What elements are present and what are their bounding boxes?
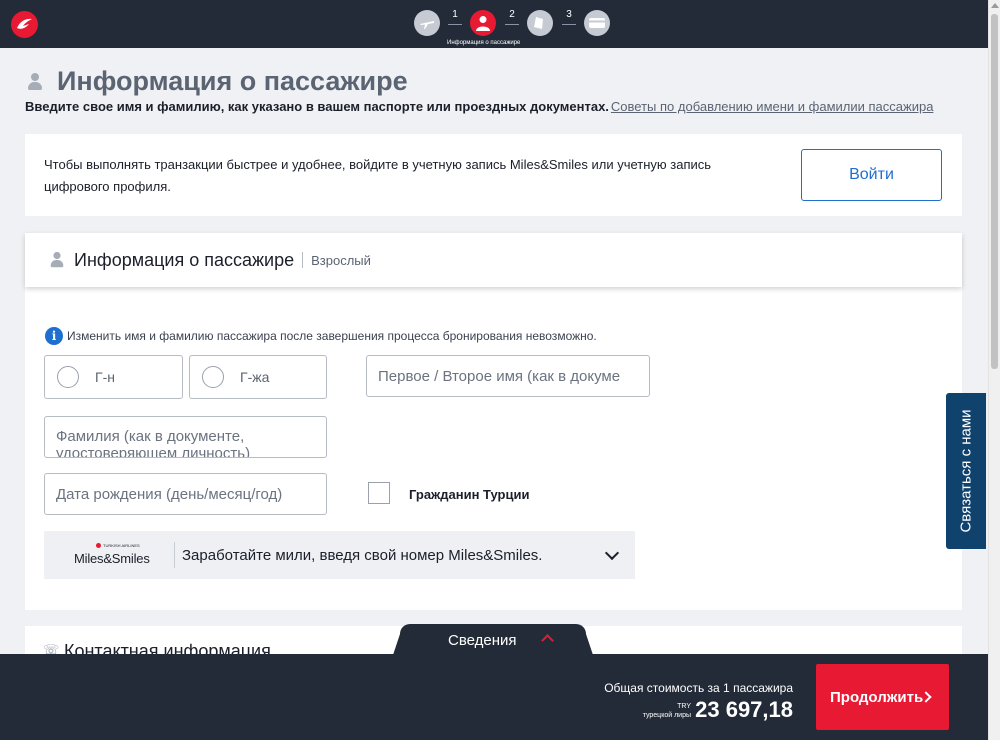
turkish-airlines-logo[interactable] [11, 11, 38, 38]
total-price: 23 697,18 [695, 697, 793, 722]
step-divider [505, 24, 519, 25]
radio-label: Г-н [95, 369, 115, 385]
vertical-scrollbar[interactable] [988, 0, 1000, 740]
plane-icon[interactable] [414, 10, 440, 36]
page-heading: Информация о пассажире [28, 66, 408, 97]
radio-circle[interactable] [202, 366, 224, 388]
scrollbar-thumb[interactable] [991, 14, 998, 369]
person-icon [50, 251, 64, 268]
title-mrs-radio[interactable]: Г-жа [189, 355, 327, 399]
title-mr-radio[interactable]: Г-н [44, 355, 183, 399]
step-number: 3 [566, 9, 572, 20]
step-divider [562, 24, 576, 25]
radio-label: Г-жа [240, 369, 270, 385]
info-icon: i [45, 327, 63, 345]
details-tab[interactable]: Сведения [392, 624, 594, 658]
divider [302, 252, 304, 268]
details-label: Сведения [448, 632, 517, 649]
chevron-down-icon[interactable] [604, 545, 620, 560]
page-title: Информация о пассажире [57, 66, 408, 96]
continue-button[interactable]: Продолжить [816, 664, 949, 730]
currency-code: TRY [677, 703, 691, 710]
continue-label: Продолжить [830, 688, 924, 706]
person-icon [28, 72, 42, 91]
miles-smiles-text: Заработайте мили, введя свой номер Miles… [182, 546, 543, 564]
step-divider [448, 24, 462, 25]
miles-smiles-brand: Miles&Smiles [74, 551, 150, 566]
airline-logo-icon [12, 12, 37, 37]
passenger-card: Информация о пассажире Взрослый i Измени… [25, 233, 962, 610]
birth-date-field[interactable]: Дата рождения (день/месяц/год) [44, 473, 327, 515]
turkish-citizen-label: Гражданин Турции [409, 487, 530, 502]
login-button[interactable]: Войти [801, 149, 942, 201]
currency-name: турецкой лиры [642, 712, 691, 719]
passenger-icon[interactable] [470, 10, 496, 36]
currency-label: TRY турецкой лиры [643, 702, 691, 720]
passenger-title: Информация о пассажире [74, 249, 295, 270]
subtitle-text: Введите свое имя и фамилию, как указано … [25, 99, 609, 114]
top-bar: 1 2 3 Информация о пассажире [0, 0, 988, 48]
login-card: Чтобы выполнять транзакции быстрее и удо… [25, 134, 962, 216]
login-prompt: Чтобы выполнять транзакции быстрее и удо… [44, 157, 712, 194]
scroll-up-icon[interactable] [991, 3, 999, 8]
miles-smiles-dropdown[interactable]: TURKISH AIRLINES Miles&Smiles Заработайт… [44, 531, 635, 579]
first-name-field[interactable]: Первое / Второе имя (как в докуме [366, 355, 650, 397]
turkish-airlines-mini-logo: TURKISH AIRLINES [96, 543, 140, 548]
step-caption: Информация о пассажире [447, 40, 521, 46]
payment-card-icon[interactable] [584, 10, 610, 36]
miles-smiles-logo: TURKISH AIRLINES Miles&Smiles [44, 531, 174, 579]
step-number: 2 [509, 9, 515, 20]
name-tips-link[interactable]: Советы по добавлению имени и фамилии пас… [611, 99, 934, 114]
step-number: 1 [452, 9, 458, 20]
contact-us-label: Связаться с нами [957, 409, 975, 533]
divider [174, 542, 175, 568]
last-name-field[interactable]: Фамилия (как в документе, удостоверяющем… [44, 416, 327, 458]
total-price-label: Общая стоимость за 1 пассажира [604, 681, 793, 695]
chevron-up-icon[interactable] [541, 634, 554, 647]
notice-text: Изменить имя и фамилию пассажира после з… [67, 329, 597, 343]
radio-circle[interactable] [57, 366, 79, 388]
name-change-notice: i Изменить имя и фамилию пассажира после… [45, 327, 597, 345]
passenger-type: Взрослый [311, 252, 371, 268]
price-footer: Общая стоимость за 1 пассажира TRY турец… [0, 654, 988, 740]
contact-us-tab[interactable]: Связаться с нами [946, 393, 986, 549]
passenger-card-header: Информация о пассажире Взрослый [25, 233, 962, 287]
turkish-citizen-checkbox[interactable] [368, 482, 390, 504]
page-subtitle: Введите свое имя и фамилию, как указано … [25, 99, 933, 114]
seat-icon[interactable] [527, 10, 553, 36]
